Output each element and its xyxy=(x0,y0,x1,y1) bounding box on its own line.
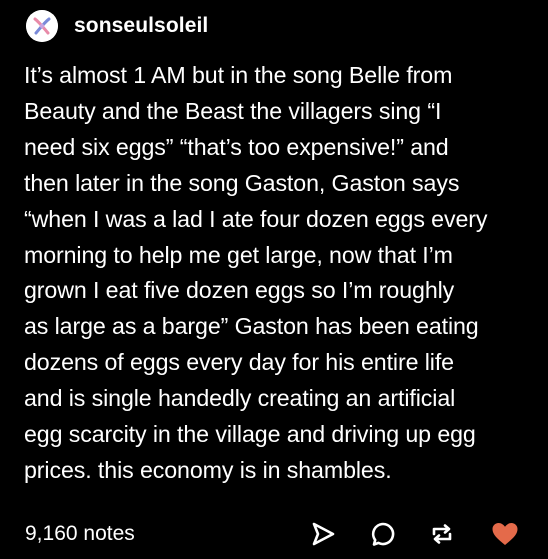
post-body-line: then later in the song Gaston, Gaston sa… xyxy=(24,169,460,196)
post-body-line: “when I was a lad I ate four dozen eggs … xyxy=(24,205,488,232)
post-body-line: Beauty and the Beast the villagers sing … xyxy=(24,97,442,124)
post-body-line: as large as a barge” Gaston has been eat… xyxy=(24,313,479,340)
post-body: It’s almost 1 AM but in the song Belle f… xyxy=(24,58,529,489)
reblog-button[interactable] xyxy=(428,520,456,548)
post-body-line: need six eggs” “that’s too expensive!” a… xyxy=(24,133,449,160)
post-footer: 9,160 notes xyxy=(0,508,548,559)
like-button[interactable] xyxy=(491,520,519,548)
post-body-line: morning to help me get large, now that I… xyxy=(24,241,453,268)
avatar[interactable] xyxy=(26,10,58,42)
share-button[interactable] xyxy=(309,520,337,548)
post-body-line: dozens of eggs every day for his entire … xyxy=(24,349,454,376)
post-body-line: grown I eat five dozen eggs so I’m rough… xyxy=(24,277,455,304)
post-body-line: and is single handedly creating an artif… xyxy=(24,385,456,412)
share-icon xyxy=(312,522,335,546)
username[interactable]: sonseulsoleil xyxy=(74,14,208,38)
reply-button[interactable] xyxy=(369,520,397,548)
avatar-logo-icon xyxy=(26,10,58,42)
post-body-line: prices. this economy is in shambles. xyxy=(24,456,392,483)
reply-icon xyxy=(371,522,395,546)
post-header: sonseulsoleil xyxy=(26,8,208,44)
notes-count[interactable]: 9,160 notes xyxy=(25,522,135,546)
heart-icon xyxy=(492,523,518,545)
reblog-icon xyxy=(432,524,452,544)
tumblr-post: sonseulsoleil It’s almost 1 AM but in th… xyxy=(0,0,548,559)
post-body-line: It’s almost 1 AM but in the song Belle f… xyxy=(24,62,453,88)
post-body-line: egg scarcity in the village and driving … xyxy=(24,421,476,448)
